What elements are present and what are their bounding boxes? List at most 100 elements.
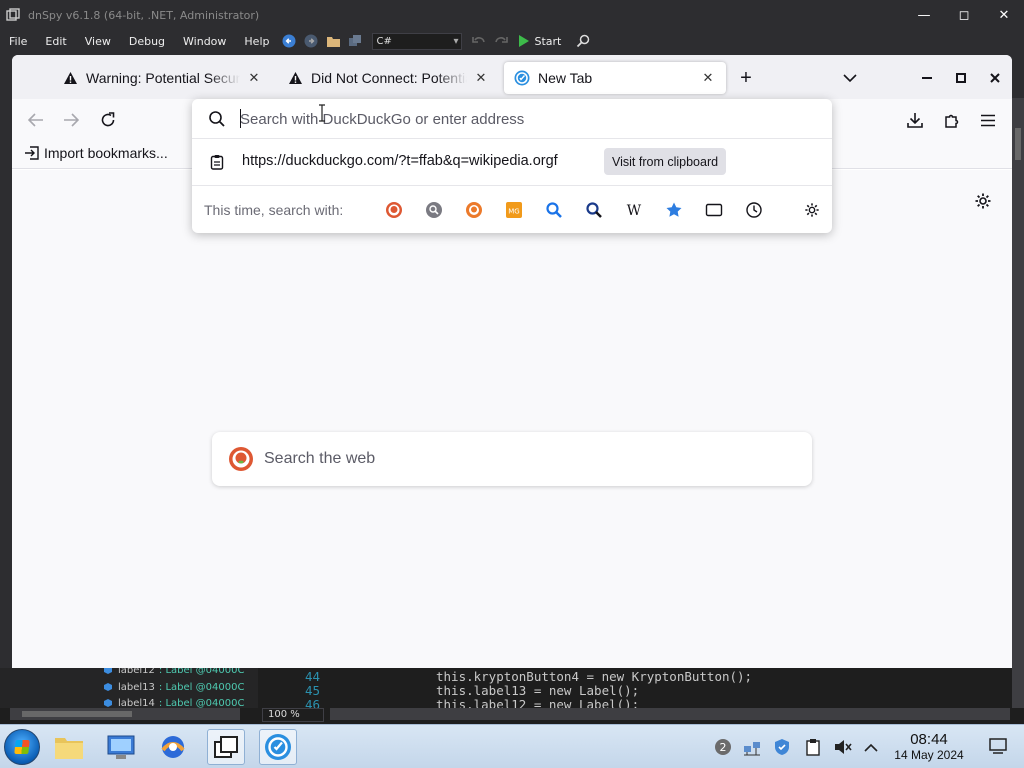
import-bookmarks-button[interactable]: Import bookmarks... [24,145,168,161]
clock-time: 08:44 [910,731,948,748]
list-all-tabs-button[interactable] [839,67,861,89]
zoom-select[interactable]: 100 % [262,708,324,722]
file-explorer-icon[interactable] [50,729,88,765]
text-caret [240,109,241,128]
chevron-down-icon [843,73,857,82]
open-folder-icon[interactable] [325,33,341,49]
taskbar-clock[interactable]: 08:44 14 May 2024 [884,731,974,763]
search-engine-2-icon[interactable] [584,200,604,220]
tab-did-not-connect[interactable]: Did Not Connect: Potential Security Issu… [277,62,499,94]
minimize-window-button[interactable] [916,67,938,89]
notification-badge[interactable]: 2 [712,737,734,757]
hamburger-icon [981,114,995,126]
maximize-window-button[interactable] [950,67,972,89]
start-debug-button[interactable]: Start [518,35,561,48]
firefox-taskbar-icon[interactable] [259,729,297,765]
nav-back-icon[interactable] [281,33,297,49]
mojeek-icon[interactable]: MG [504,200,524,220]
tree-horizontal-scrollbar[interactable] [10,708,240,720]
redo-icon[interactable] [493,33,509,49]
dnspy-editor-area: label12: Label @04000C label13: Label @0… [0,98,1024,724]
puzzle-icon [945,114,959,128]
reload-icon [101,112,115,127]
code-vertical-scrollbar[interactable] [1012,98,1024,708]
taskbar: 2 08:44 14 May 2024 [0,724,1024,768]
minimize-button[interactable]: — [904,0,944,30]
tree-row[interactable]: label13: Label @04000C [102,680,244,694]
close-tab-icon[interactable]: ✕ [473,70,489,86]
search-engine-icon[interactable] [424,200,444,220]
nav-forward-icon[interactable] [303,33,319,49]
search-icon [209,111,225,127]
app-menu-button[interactable] [976,109,1000,131]
bing-icon[interactable] [544,200,564,220]
history-icon[interactable] [744,200,764,220]
new-tab-button[interactable]: + [735,67,757,89]
control-panel-icon[interactable] [102,729,140,765]
visit-from-clipboard-button[interactable]: Visit from clipboard [604,148,727,175]
duckduckgo-alt-icon[interactable] [464,200,484,220]
tab-strip: Warning: Potential Security Risk Ahead ✕… [12,55,1012,99]
firefox-icon [514,70,530,86]
maximize-button[interactable]: ◻ [944,0,984,30]
save-all-icon[interactable] [347,33,363,49]
undo-icon[interactable] [471,33,487,49]
downloads-button[interactable] [903,109,927,131]
close-tab-icon[interactable]: ✕ [246,70,262,86]
dnspy-taskbar-icon[interactable] [154,729,192,765]
duckduckgo-icon [229,447,253,471]
menu-edit[interactable]: Edit [36,35,75,48]
menu-file[interactable]: File [0,35,36,48]
new-tab-page: Search the web [12,170,1012,668]
start-button[interactable] [4,729,40,765]
code-line: 44 this.kryptonButton4 = new KryptonButto… [304,669,753,684]
tree-row[interactable]: label12: Label @04000C [102,668,244,677]
tab-new-tab[interactable]: New Tab ✕ [504,62,726,94]
clipboard-tray-icon[interactable] [802,737,824,757]
menu-window[interactable]: Window [174,35,235,48]
warning-icon [287,70,303,86]
warning-icon [62,70,78,86]
clipboard-suggestion[interactable]: https://duckduckgo.com/?t=ffab&q=wikiped… [192,141,832,183]
code-editor[interactable]: 44 this.kryptonButton4 = new KryptonButto… [272,668,1012,708]
arrow-left-icon [28,113,43,127]
close-button[interactable]: ✕ [984,0,1024,30]
security-shield-icon[interactable] [771,737,793,757]
bookmarks-icon[interactable] [664,200,684,220]
download-icon [907,113,923,128]
extensions-button[interactable] [940,109,964,131]
find-icon[interactable] [575,33,591,49]
close-window-button[interactable] [984,67,1006,89]
code-horizontal-scrollbar[interactable] [330,708,1010,720]
menu-view[interactable]: View [76,35,120,48]
language-select[interactable]: C# [372,32,463,50]
web-search-box[interactable]: Search the web [212,432,812,486]
svg-text:2: 2 [720,741,727,754]
play-icon [519,35,530,47]
dnspy-app-icon [6,8,20,21]
menu-debug[interactable]: Debug [120,35,174,48]
reload-button[interactable] [96,109,120,131]
code-line: 46 this.label12 = new Label(); [304,697,640,708]
urlbar-popup: https://duckduckgo.com/?t=ffab&q=wikiped… [192,99,832,233]
network-icon[interactable] [741,737,763,757]
chevron-up-icon[interactable] [860,737,882,757]
window-switcher-icon[interactable] [207,729,245,765]
tab-warning-security-risk[interactable]: Warning: Potential Security Risk Ahead ✕ [52,62,272,94]
volume-muted-icon[interactable] [832,737,854,757]
dnspy-titlebar: dnSpy v6.1.8 (64-bit, .NET, Administrato… [0,0,1024,30]
duckduckgo-icon[interactable] [384,200,404,220]
gear-icon[interactable] [974,192,992,210]
show-desktop-icon[interactable] [988,737,1008,755]
start-label: Start [534,34,562,48]
field-icon [104,668,112,674]
search-settings-gear-icon[interactable] [802,200,822,220]
tabs-icon[interactable] [704,200,724,220]
menu-help[interactable]: Help [235,35,278,48]
back-button[interactable] [24,109,48,131]
close-tab-icon[interactable]: ✕ [700,70,716,86]
assembly-tree: label12: Label @04000C label13: Label @0… [0,668,258,708]
wikipedia-icon[interactable]: W [624,200,644,220]
forward-button[interactable] [59,109,83,131]
tree-row[interactable]: label14: Label @04000C [102,696,244,708]
